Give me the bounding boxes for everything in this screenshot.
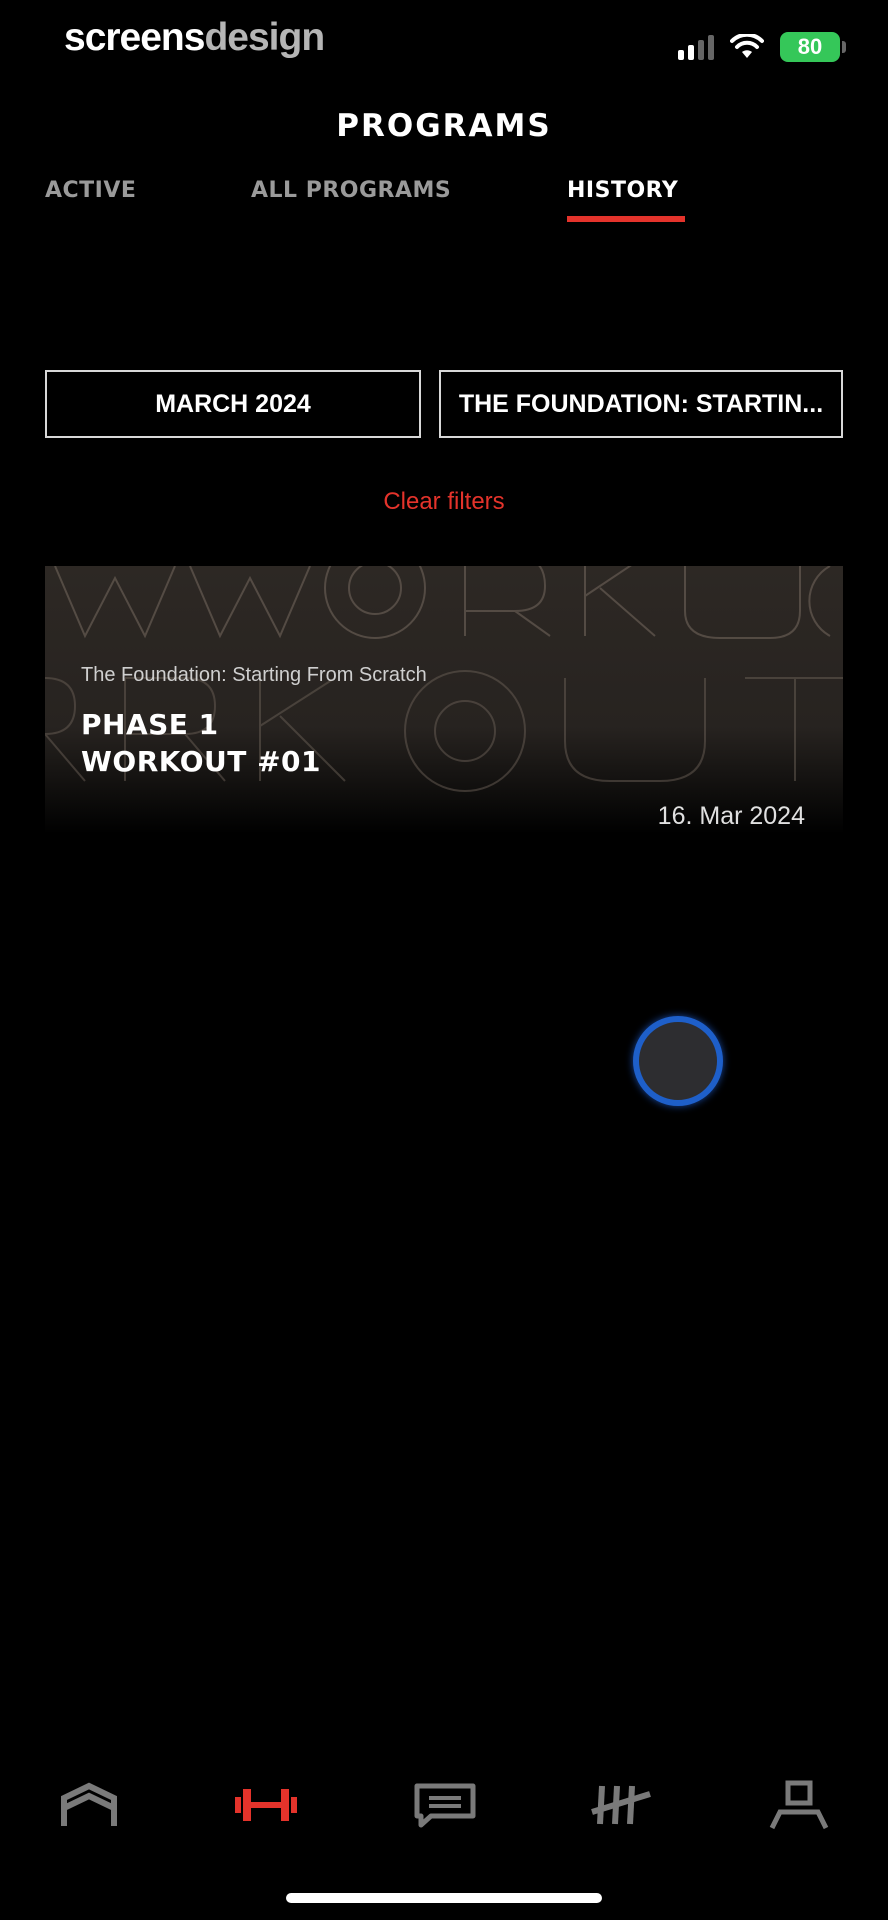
card-workout: WORKOUT #01 — [81, 745, 321, 778]
month-filter-label: MARCH 2024 — [155, 389, 311, 418]
brand-logo-light: design — [204, 16, 325, 59]
touch-indicator — [633, 1016, 723, 1106]
workout-history-card[interactable]: The Foundation: Starting From Scratch PH… — [45, 566, 843, 834]
page-title: PROGRAMS — [336, 108, 552, 144]
brand-logo: screensdesign — [64, 16, 325, 60]
nav-workouts[interactable] — [226, 1770, 306, 1840]
signal-icon — [678, 34, 714, 60]
dumbbell-icon — [235, 1789, 297, 1821]
tab-active[interactable]: ACTIVE — [45, 178, 136, 203]
home-icon — [61, 1782, 117, 1826]
card-program-name: The Foundation: Starting From Scratch — [81, 664, 427, 686]
card-phase: PHASE 1 — [81, 708, 219, 741]
card-date: 16. Mar 2024 — [657, 802, 805, 830]
tab-history[interactable]: HISTORY — [567, 178, 678, 203]
profile-icon — [769, 1780, 829, 1830]
program-filter-label: THE FOUNDATION: STARTIN... — [458, 389, 824, 418]
card-workout-title: PHASE 1 WORKOUT #01 — [81, 706, 321, 780]
program-filter-button[interactable]: THE FOUNDATION: STARTIN... — [439, 370, 843, 438]
wifi-icon — [730, 34, 764, 58]
tab-all-programs[interactable]: ALL PROGRAMS — [251, 178, 451, 203]
tally-icon — [591, 1785, 651, 1825]
clear-filters-link[interactable]: Clear filters — [0, 488, 888, 516]
nav-chat[interactable] — [405, 1770, 485, 1840]
home-indicator[interactable] — [286, 1893, 602, 1903]
card-background-pattern — [45, 566, 843, 792]
battery-icon: 80 — [780, 32, 846, 62]
nav-home[interactable] — [49, 1770, 129, 1840]
active-tab-indicator — [567, 216, 685, 222]
tab-bar: ACTIVE ALL PROGRAMS HISTORY — [0, 178, 888, 228]
status-bar: 80 — [678, 30, 846, 64]
brand-logo-bold: screens — [64, 16, 205, 59]
nav-profile[interactable] — [759, 1770, 839, 1840]
bottom-nav — [0, 1770, 888, 1840]
month-filter-button[interactable]: MARCH 2024 — [45, 370, 421, 438]
chat-icon — [414, 1783, 476, 1828]
nav-progress[interactable] — [581, 1770, 661, 1840]
battery-level: 80 — [797, 34, 823, 59]
